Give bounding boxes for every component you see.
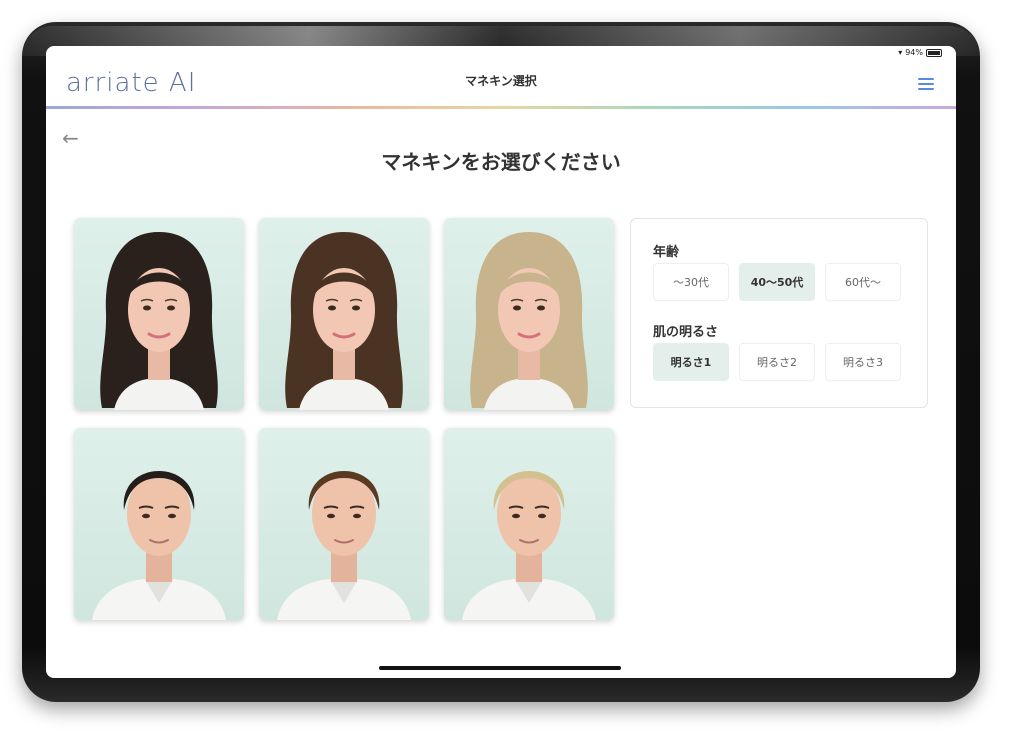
hamburger-menu-icon[interactable] (918, 78, 934, 90)
skin-option-2[interactable]: 明るさ2 (739, 343, 815, 381)
mannequin-card-6[interactable] (444, 428, 614, 620)
battery-text: 94% (905, 48, 923, 57)
screen: ▾ 94% arriate AI マネキン選択 ← マネキンをお選びください 年… (46, 46, 956, 678)
mannequin-card-5[interactable] (259, 428, 429, 620)
page-title: マネキンをお選びください (381, 150, 621, 174)
mannequin-card-4[interactable] (74, 428, 244, 620)
skin-label: 肌の明るさ (653, 325, 719, 340)
back-arrow-icon[interactable]: ← (62, 128, 79, 148)
skin-option-3[interactable]: 明るさ3 (825, 343, 901, 381)
age-label: 年齢 (653, 245, 680, 260)
mannequin-card-1[interactable] (74, 218, 244, 410)
filter-panel: 年齢 〜30代 40〜50代 60代〜 肌の明るさ 明るさ1 明るさ2 明るさ3 (630, 218, 928, 408)
age-option-1[interactable]: 〜30代 (653, 263, 729, 301)
tablet-frame: ▾ 94% arriate AI マネキン選択 ← マネキンをお選びください 年… (22, 22, 980, 702)
skin-option-1[interactable]: 明るさ1 (653, 343, 729, 381)
mannequin-card-3[interactable] (444, 218, 614, 410)
home-indicator (379, 666, 621, 670)
wifi-icon: ▾ (898, 48, 903, 57)
status-bar: ▾ 94% (898, 48, 942, 57)
mannequin-card-2[interactable] (259, 218, 429, 410)
age-option-2[interactable]: 40〜50代 (739, 263, 815, 301)
age-option-3[interactable]: 60代〜 (825, 263, 901, 301)
app-title: マネキン選択 (465, 74, 537, 88)
battery-icon (926, 48, 942, 57)
app-bar: arriate AI マネキン選択 (46, 58, 956, 108)
header-divider (46, 106, 956, 109)
